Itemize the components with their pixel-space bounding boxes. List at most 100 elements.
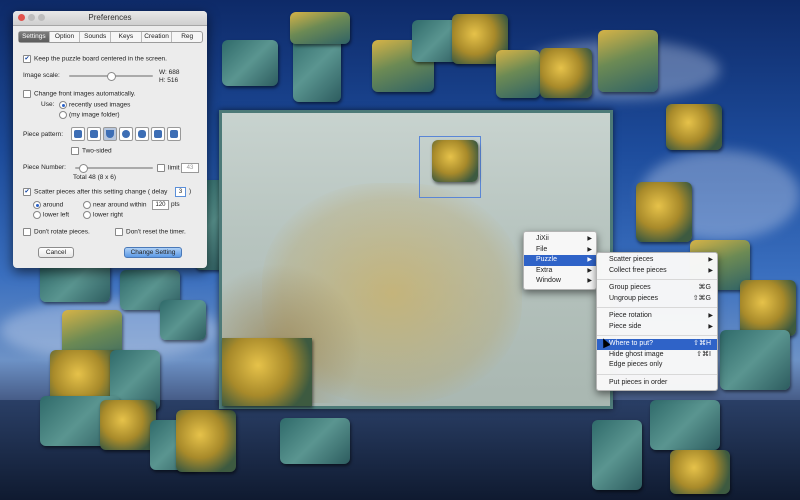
lower-left-radio[interactable] — [33, 211, 41, 219]
puzzle-piece[interactable] — [40, 262, 110, 302]
menu-separator — [597, 373, 717, 375]
puzzle-piece[interactable] — [280, 418, 350, 464]
submenu-arrow-icon: ▶ — [708, 267, 713, 274]
puzzle-piece[interactable] — [670, 450, 730, 494]
menu-item-ungroup-pieces[interactable]: Ungroup pieces ⇧⌘G — [597, 294, 717, 305]
piece-number-thumb[interactable] — [79, 164, 88, 173]
total-label: Total 48 (8 x 6) — [73, 174, 116, 181]
menu-item-label: Piece rotation — [609, 312, 652, 319]
menu-item-window[interactable]: Window ▶ — [524, 276, 596, 287]
pattern-option-6[interactable] — [151, 127, 165, 141]
submenu-arrow-icon: ▶ — [587, 267, 592, 274]
menu-item-puzzle[interactable]: Puzzle ▶ — [524, 255, 596, 266]
pattern-option-7[interactable] — [167, 127, 181, 141]
menu-item-jixii[interactable]: JiXii ▶ — [524, 234, 596, 245]
change-front-checkbox[interactable] — [23, 90, 31, 98]
change-setting-button[interactable]: Change Setting — [124, 247, 182, 258]
menu-item-hide-ghost-image[interactable]: Hide ghost image ⇧⌘I — [597, 350, 717, 361]
tab-option[interactable]: Option — [50, 32, 81, 42]
menu-item-label: File — [536, 245, 548, 253]
pts-label: pts — [171, 201, 180, 208]
menu-separator — [597, 279, 717, 280]
piece-number-slider[interactable] — [75, 164, 153, 173]
limit-checkbox[interactable] — [157, 164, 165, 172]
limit-label: limit — [168, 164, 180, 172]
puzzle-piece[interactable] — [740, 280, 796, 336]
image-scale-thumb[interactable] — [107, 72, 116, 81]
lower-right-radio[interactable] — [83, 211, 91, 219]
scatter-row: ✔ Scatter pieces after this setting chang… — [23, 188, 167, 196]
limit-field[interactable]: 43 — [181, 163, 199, 173]
puzzle-piece[interactable] — [666, 104, 722, 150]
around-radio[interactable] — [33, 201, 41, 209]
puzzle-piece[interactable] — [636, 182, 692, 242]
puzzle-piece[interactable] — [176, 410, 236, 472]
pattern-option-2[interactable] — [87, 127, 101, 141]
tab-keys[interactable]: Keys — [111, 32, 142, 42]
puzzle-piece[interactable] — [540, 48, 592, 98]
placed-piece[interactable] — [222, 338, 312, 406]
menu-item-piece-side[interactable]: Piece side ▶ — [597, 322, 717, 333]
menu-item-edge-pieces-only[interactable]: Edge pieces only — [597, 360, 717, 371]
near-around-radio[interactable] — [83, 201, 91, 209]
title-bar[interactable]: Preferences — [13, 11, 207, 26]
use-recent-label: recently used images — [69, 101, 131, 109]
pattern-jigsaw-icon — [170, 130, 178, 138]
menu-item-label: Collect free pieces — [609, 266, 667, 274]
use-folder-radio[interactable] — [59, 111, 67, 119]
tab-sounds[interactable]: Sounds — [80, 32, 112, 42]
around-label: around — [43, 201, 64, 209]
lower-left-row: lower left — [33, 211, 69, 219]
pattern-option-1[interactable] — [71, 127, 85, 141]
scatter-checkbox[interactable]: ✔ — [23, 188, 31, 196]
pattern-option-4[interactable] — [119, 127, 133, 141]
menu-item-piece-rotation[interactable]: Piece rotation ▶ — [597, 311, 717, 322]
puzzle-piece[interactable] — [160, 300, 206, 340]
puzzle-piece[interactable] — [496, 50, 540, 98]
keep-centered-row: ✔ Keep the puzzle board centered in the s… — [23, 55, 167, 63]
puzzle-piece[interactable] — [222, 40, 278, 86]
use-recent-radio[interactable] — [59, 101, 67, 109]
use-recent-row: recently used images — [59, 101, 130, 109]
puzzle-piece[interactable] — [100, 400, 156, 450]
submenu-arrow-icon: ▶ — [708, 323, 713, 330]
pattern-option-3[interactable] — [103, 127, 117, 141]
image-width: W: 688 — [159, 69, 180, 76]
menu-item-put-pieces-in-order[interactable]: Put pieces in order — [597, 378, 717, 389]
within-field[interactable]: 120 — [152, 200, 169, 210]
dont-reset-label: Don't reset the timer. — [126, 228, 186, 236]
within-label: within — [129, 201, 147, 209]
cancel-button[interactable]: Cancel — [38, 247, 74, 258]
puzzle-piece[interactable] — [290, 12, 350, 44]
menu-item-extra[interactable]: Extra ▶ — [524, 266, 596, 277]
lower-right-label: lower right — [93, 211, 123, 219]
use-folder-label: (my image folder) — [69, 111, 120, 119]
tab-creation[interactable]: Creation — [142, 32, 173, 42]
puzzle-piece[interactable] — [720, 330, 790, 390]
puzzle-piece[interactable] — [650, 400, 720, 450]
menu-item-file[interactable]: File ▶ — [524, 245, 596, 256]
puzzle-piece[interactable] — [592, 420, 642, 490]
pattern-option-5[interactable] — [135, 127, 149, 141]
menu-item-label: Ungroup pieces — [609, 294, 659, 302]
selected-piece[interactable] — [432, 140, 478, 182]
dont-reset-checkbox[interactable] — [115, 228, 123, 236]
image-scale-slider[interactable] — [69, 72, 153, 81]
puzzle-piece[interactable] — [598, 30, 658, 92]
image-scale-label: Image scale: — [23, 72, 60, 79]
menu-item-where-to-put[interactable]: Where to put? ⇧⌘H — [597, 339, 717, 350]
two-sided-checkbox[interactable] — [71, 147, 79, 155]
menu-item-scatter-pieces[interactable]: Scatter pieces ▶ — [597, 255, 717, 266]
near-around-label: near around — [93, 201, 129, 209]
two-sided-label: Two-sided — [82, 147, 112, 155]
tab-reg[interactable]: Reg — [172, 32, 202, 42]
menu-item-collect-free-pieces[interactable]: Collect free pieces ▶ — [597, 266, 717, 277]
menu-item-group-pieces[interactable]: Group pieces ⌘G — [597, 283, 717, 294]
tab-settings[interactable]: Settings — [19, 32, 50, 42]
dont-rotate-label: Don't rotate pieces. — [34, 228, 90, 236]
delay-field[interactable]: 3 — [175, 187, 186, 197]
image-height: H: 516 — [159, 77, 179, 84]
selected-piece-outline[interactable] — [419, 136, 481, 198]
dont-rotate-checkbox[interactable] — [23, 228, 31, 236]
keep-centered-checkbox[interactable]: ✔ — [23, 55, 31, 63]
